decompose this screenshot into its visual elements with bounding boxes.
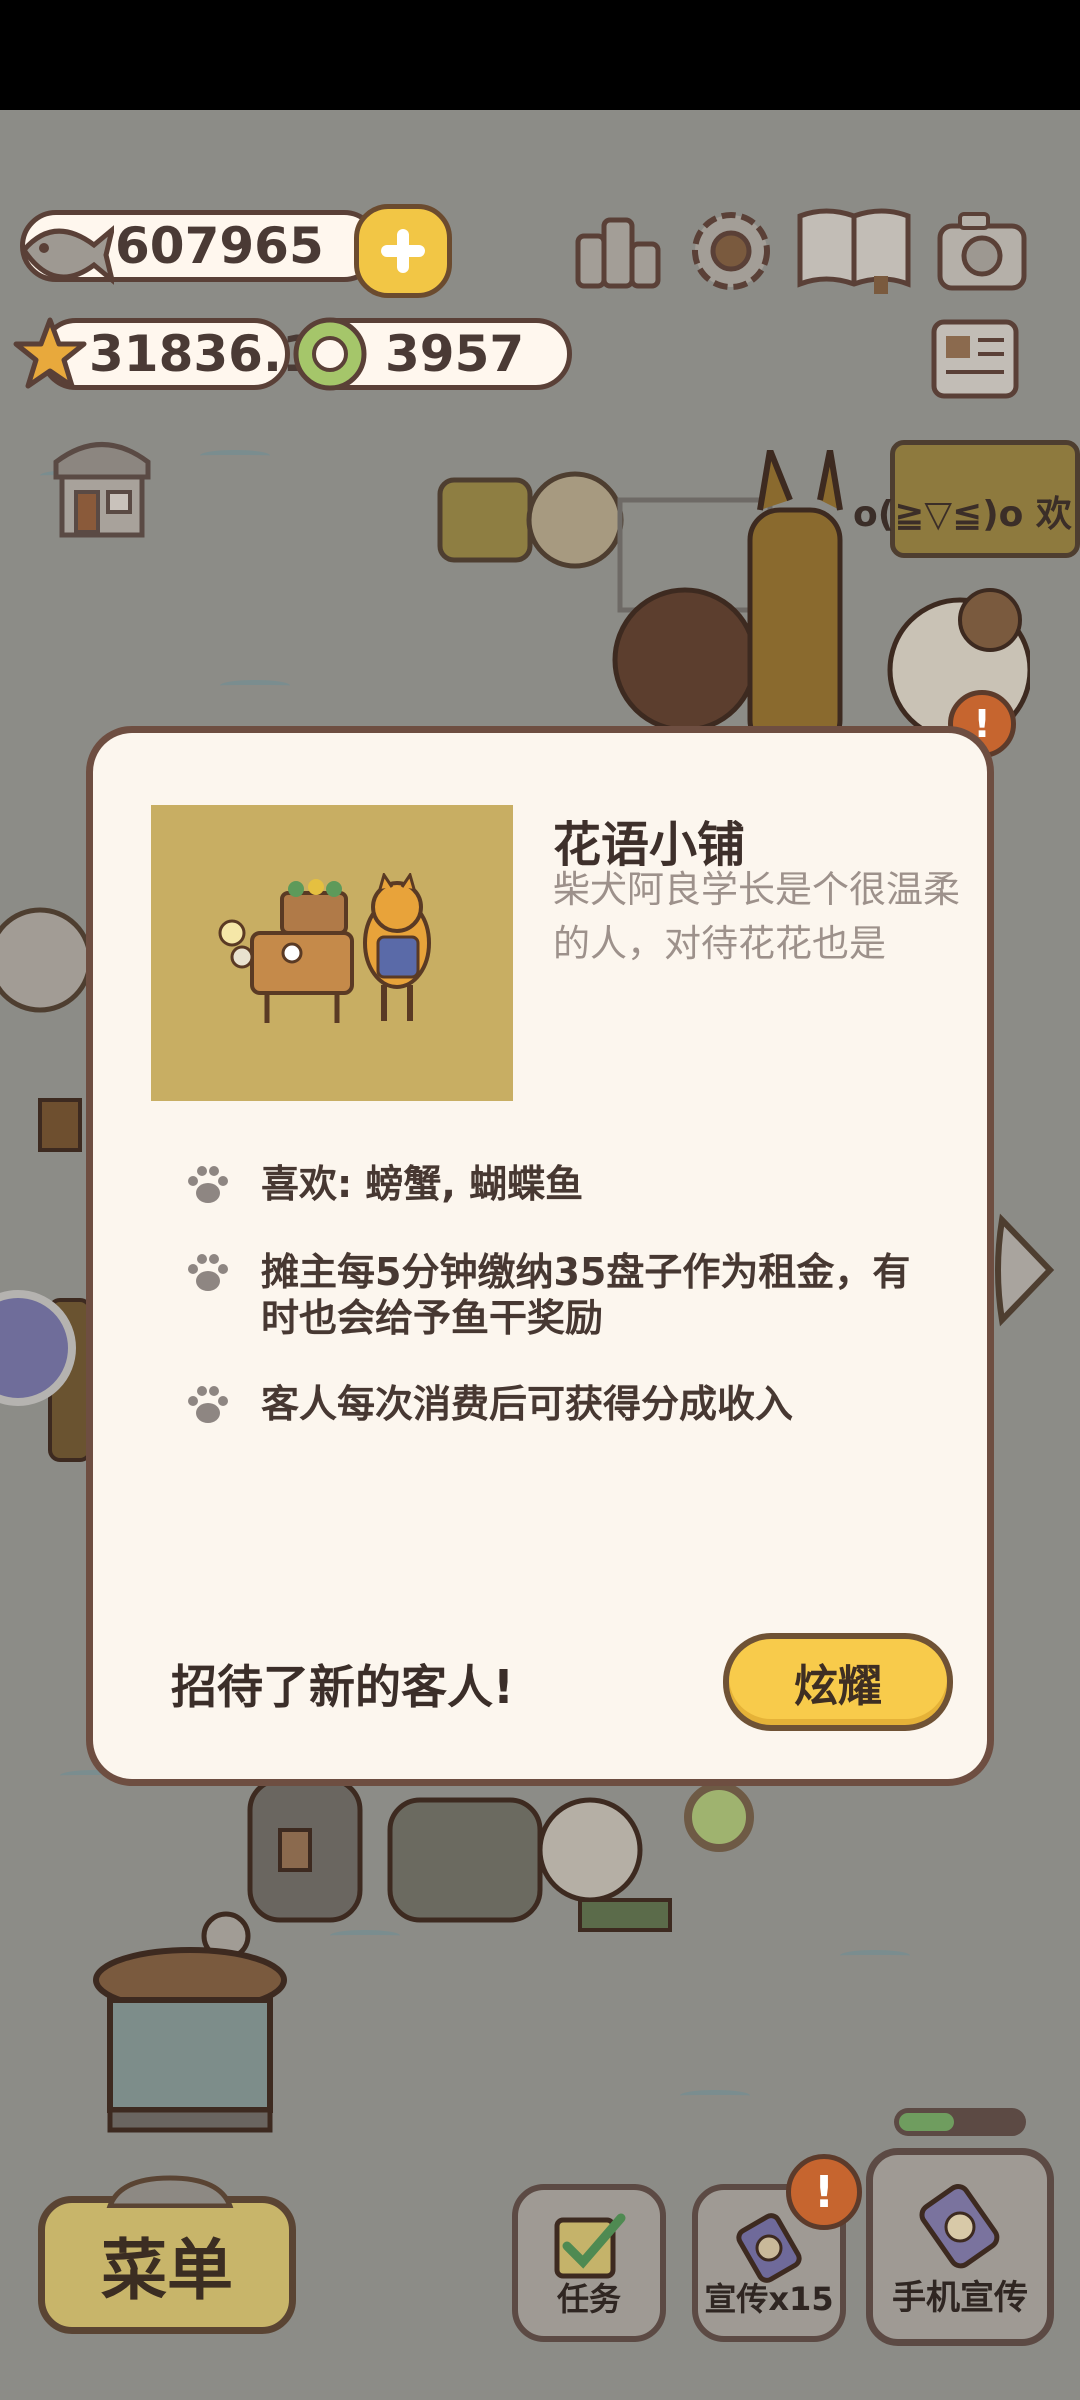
- flower-shop-illustration: [218, 873, 431, 1023]
- progress-fill: [899, 2113, 954, 2131]
- shop-illustration: [151, 805, 513, 1101]
- list-item: 客人每次消费后可获得分成收入: [183, 1381, 961, 1427]
- water-wave: [200, 450, 270, 461]
- status-bar: [0, 0, 1080, 110]
- rent-text: 摊主每5分钟缴纳35盘子作为租金，有时也会给予鱼干奖励: [261, 1250, 911, 1340]
- water-wave: [220, 680, 290, 691]
- checklist-icon: [554, 2213, 626, 2279]
- water-wave: [680, 2090, 750, 2101]
- gear-icon[interactable]: [684, 204, 778, 298]
- star-count: 31836.1: [89, 325, 317, 383]
- left-characters: [0, 907, 90, 1462]
- alert-icon: !: [786, 2154, 862, 2230]
- fish-tank-station[interactable]: [90, 1910, 290, 2150]
- album-book-icon[interactable]: [794, 204, 914, 296]
- phone-promo-icon: [919, 2184, 1000, 2269]
- menu-button[interactable]: 菜单: [38, 2196, 296, 2334]
- revenue-share-text: 客人每次消费后可获得分成收入: [261, 1382, 794, 1426]
- star-icon: [13, 317, 87, 389]
- water-wave: [840, 1950, 910, 1961]
- chevron-right-icon[interactable]: [990, 1210, 1060, 1330]
- likes-text: 喜欢: 螃蟹, 蝴蝶鱼: [261, 1162, 584, 1206]
- shop-icon[interactable]: [46, 432, 158, 542]
- phone-promote-label: 手机宣传: [892, 2278, 1028, 2318]
- promotion-progress-bar: [894, 2108, 1026, 2136]
- flyer-icon: [736, 2213, 802, 2283]
- shop-info-dialog: 花语小铺 柴犬阿良学长是个很温柔的人，对待花花也是 喜欢: 螃蟹, 蝴蝶鱼 摊主…: [86, 726, 994, 1786]
- plus-icon: [381, 229, 425, 273]
- add-fish-button[interactable]: [354, 204, 452, 298]
- coin-count: 3957: [385, 325, 525, 383]
- paw-icon: [188, 1386, 228, 1423]
- coin-icon: [293, 317, 367, 391]
- coin-drop-icon[interactable]: [684, 1782, 754, 1852]
- served-message: 招待了新的客人!: [171, 1660, 514, 1714]
- list-item: 喜欢: 螃蟹, 蝴蝶鱼: [183, 1161, 961, 1207]
- ranking-icon[interactable]: [570, 206, 666, 296]
- paw-icon: [188, 1166, 228, 1203]
- phone-promote-button[interactable]: 手机宣传: [866, 2148, 1054, 2346]
- fish-count: 607965: [115, 217, 324, 275]
- newspaper-icon[interactable]: [928, 316, 1022, 402]
- paw-icon: [188, 1254, 228, 1291]
- fish-icon: [20, 225, 114, 285]
- list-item: 摊主每5分钟缴纳35盘子作为租金，有时也会给予鱼干奖励: [183, 1249, 921, 1341]
- menu-label: 菜单: [101, 2232, 233, 2309]
- show-off-button[interactable]: 炫耀: [723, 1633, 953, 1731]
- shop-description: 柴犬阿良学长是个很温柔的人，对待花花也是: [553, 868, 960, 965]
- tasks-button[interactable]: 任务: [512, 2184, 666, 2342]
- camera-icon[interactable]: [934, 208, 1030, 294]
- clipboard-clip-icon: [106, 2175, 234, 2208]
